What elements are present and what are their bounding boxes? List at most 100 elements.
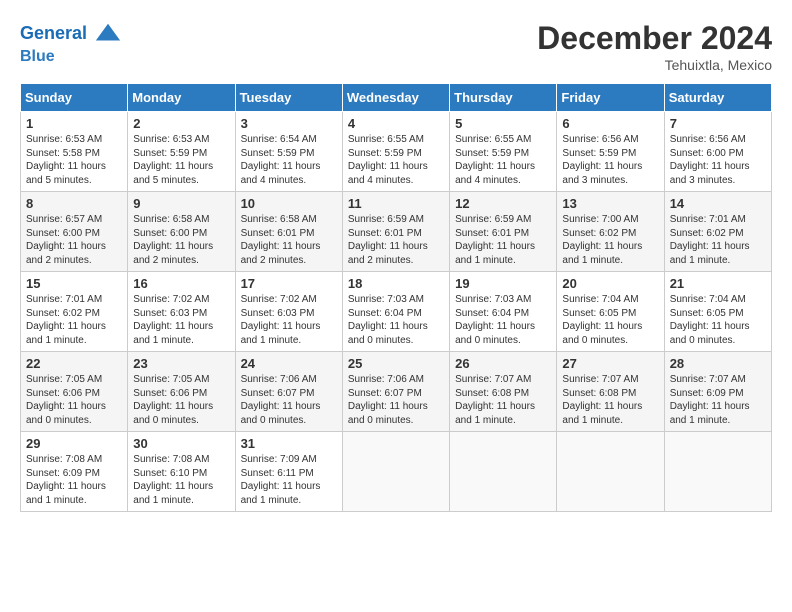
- table-row: 18 Sunrise: 7:03 AM Sunset: 6:04 PM Dayli…: [342, 272, 449, 352]
- calendar-header-row: Sunday Monday Tuesday Wednesday Thursday…: [21, 84, 772, 112]
- day-info: Sunrise: 6:57 AM Sunset: 6:00 PM Dayligh…: [26, 213, 122, 267]
- table-row: [450, 432, 557, 512]
- day-info: Sunrise: 6:59 AM Sunset: 6:01 PM Dayligh…: [455, 213, 551, 267]
- day-info: Sunrise: 7:03 AM Sunset: 6:04 PM Dayligh…: [348, 293, 444, 347]
- table-row: 20 Sunrise: 7:04 AM Sunset: 6:05 PM Dayli…: [557, 272, 664, 352]
- day-number: 31: [241, 436, 337, 451]
- calendar-week-row: 15 Sunrise: 7:01 AM Sunset: 6:02 PM Dayli…: [21, 272, 772, 352]
- day-info: Sunrise: 6:53 AM Sunset: 5:59 PM Dayligh…: [133, 133, 229, 187]
- day-info: Sunrise: 7:03 AM Sunset: 6:04 PM Dayligh…: [455, 293, 551, 347]
- calendar-week-row: 29 Sunrise: 7:08 AM Sunset: 6:09 PM Dayli…: [21, 432, 772, 512]
- table-row: 13 Sunrise: 7:00 AM Sunset: 6:02 PM Dayli…: [557, 192, 664, 272]
- day-info: Sunrise: 6:58 AM Sunset: 6:01 PM Dayligh…: [241, 213, 337, 267]
- table-row: 16 Sunrise: 7:02 AM Sunset: 6:03 PM Dayli…: [128, 272, 235, 352]
- day-info: Sunrise: 6:56 AM Sunset: 5:59 PM Dayligh…: [562, 133, 658, 187]
- day-info: Sunrise: 7:04 AM Sunset: 6:05 PM Dayligh…: [562, 293, 658, 347]
- day-number: 22: [26, 356, 122, 371]
- table-row: [664, 432, 771, 512]
- day-number: 8: [26, 196, 122, 211]
- calendar-table: Sunday Monday Tuesday Wednesday Thursday…: [20, 83, 772, 512]
- table-row: 17 Sunrise: 7:02 AM Sunset: 6:03 PM Dayli…: [235, 272, 342, 352]
- table-row: 15 Sunrise: 7:01 AM Sunset: 6:02 PM Dayli…: [21, 272, 128, 352]
- day-info: Sunrise: 6:55 AM Sunset: 5:59 PM Dayligh…: [348, 133, 444, 187]
- day-info: Sunrise: 7:01 AM Sunset: 6:02 PM Dayligh…: [670, 213, 766, 267]
- day-info: Sunrise: 6:55 AM Sunset: 5:59 PM Dayligh…: [455, 133, 551, 187]
- table-row: 6 Sunrise: 6:56 AM Sunset: 5:59 PM Daylig…: [557, 112, 664, 192]
- day-number: 17: [241, 276, 337, 291]
- day-number: 5: [455, 116, 551, 131]
- location: Tehuixtla, Mexico: [537, 57, 772, 73]
- table-row: 12 Sunrise: 6:59 AM Sunset: 6:01 PM Dayli…: [450, 192, 557, 272]
- day-number: 15: [26, 276, 122, 291]
- table-row: 30 Sunrise: 7:08 AM Sunset: 6:10 PM Dayli…: [128, 432, 235, 512]
- logo-text: General: [20, 20, 122, 48]
- day-number: 28: [670, 356, 766, 371]
- day-info: Sunrise: 7:01 AM Sunset: 6:02 PM Dayligh…: [26, 293, 122, 347]
- day-number: 14: [670, 196, 766, 211]
- day-number: 30: [133, 436, 229, 451]
- col-saturday: Saturday: [664, 84, 771, 112]
- table-row: 14 Sunrise: 7:01 AM Sunset: 6:02 PM Dayli…: [664, 192, 771, 272]
- table-row: 31 Sunrise: 7:09 AM Sunset: 6:11 PM Dayli…: [235, 432, 342, 512]
- day-number: 11: [348, 196, 444, 211]
- day-info: Sunrise: 7:07 AM Sunset: 6:08 PM Dayligh…: [562, 373, 658, 427]
- day-number: 27: [562, 356, 658, 371]
- day-number: 6: [562, 116, 658, 131]
- day-number: 23: [133, 356, 229, 371]
- day-info: Sunrise: 7:02 AM Sunset: 6:03 PM Dayligh…: [133, 293, 229, 347]
- day-info: Sunrise: 7:09 AM Sunset: 6:11 PM Dayligh…: [241, 453, 337, 507]
- day-info: Sunrise: 6:54 AM Sunset: 5:59 PM Dayligh…: [241, 133, 337, 187]
- day-info: Sunrise: 7:07 AM Sunset: 6:08 PM Dayligh…: [455, 373, 551, 427]
- day-info: Sunrise: 7:06 AM Sunset: 6:07 PM Dayligh…: [241, 373, 337, 427]
- day-info: Sunrise: 7:02 AM Sunset: 6:03 PM Dayligh…: [241, 293, 337, 347]
- day-number: 18: [348, 276, 444, 291]
- day-number: 24: [241, 356, 337, 371]
- title-area: December 2024 Tehuixtla, Mexico: [537, 20, 772, 73]
- day-info: Sunrise: 7:08 AM Sunset: 6:10 PM Dayligh…: [133, 453, 229, 507]
- table-row: 27 Sunrise: 7:07 AM Sunset: 6:08 PM Dayli…: [557, 352, 664, 432]
- day-number: 2: [133, 116, 229, 131]
- table-row: 2 Sunrise: 6:53 AM Sunset: 5:59 PM Daylig…: [128, 112, 235, 192]
- day-info: Sunrise: 6:53 AM Sunset: 5:58 PM Dayligh…: [26, 133, 122, 187]
- day-number: 3: [241, 116, 337, 131]
- table-row: 5 Sunrise: 6:55 AM Sunset: 5:59 PM Daylig…: [450, 112, 557, 192]
- day-number: 21: [670, 276, 766, 291]
- logo: General Blue: [20, 20, 122, 66]
- day-info: Sunrise: 7:07 AM Sunset: 6:09 PM Dayligh…: [670, 373, 766, 427]
- col-thursday: Thursday: [450, 84, 557, 112]
- table-row: 9Sunrise: 6:58 AM Sunset: 6:00 PM Daylig…: [128, 192, 235, 272]
- day-info: Sunrise: 7:05 AM Sunset: 6:06 PM Dayligh…: [133, 373, 229, 427]
- calendar-week-row: 22 Sunrise: 7:05 AM Sunset: 6:06 PM Dayli…: [21, 352, 772, 432]
- table-row: [342, 432, 449, 512]
- day-number: 10: [241, 196, 337, 211]
- day-number: 29: [26, 436, 122, 451]
- day-number: 12: [455, 196, 551, 211]
- day-number: 9: [133, 196, 229, 211]
- day-number: 26: [455, 356, 551, 371]
- table-row: 23 Sunrise: 7:05 AM Sunset: 6:06 PM Dayli…: [128, 352, 235, 432]
- day-number: 20: [562, 276, 658, 291]
- day-info: Sunrise: 7:05 AM Sunset: 6:06 PM Dayligh…: [26, 373, 122, 427]
- page-header: General Blue December 2024 Tehuixtla, Me…: [20, 20, 772, 73]
- day-number: 16: [133, 276, 229, 291]
- day-number: 4: [348, 116, 444, 131]
- table-row: 28 Sunrise: 7:07 AM Sunset: 6:09 PM Dayli…: [664, 352, 771, 432]
- col-sunday: Sunday: [21, 84, 128, 112]
- col-wednesday: Wednesday: [342, 84, 449, 112]
- table-row: 1Sunrise: 6:53 AM Sunset: 5:58 PM Daylig…: [21, 112, 128, 192]
- day-number: 25: [348, 356, 444, 371]
- table-row: 24 Sunrise: 7:06 AM Sunset: 6:07 PM Dayli…: [235, 352, 342, 432]
- day-info: Sunrise: 7:00 AM Sunset: 6:02 PM Dayligh…: [562, 213, 658, 267]
- table-row: 26 Sunrise: 7:07 AM Sunset: 6:08 PM Dayli…: [450, 352, 557, 432]
- table-row: 7Sunrise: 6:56 AM Sunset: 6:00 PM Daylig…: [664, 112, 771, 192]
- col-monday: Monday: [128, 84, 235, 112]
- table-row: 22 Sunrise: 7:05 AM Sunset: 6:06 PM Dayli…: [21, 352, 128, 432]
- table-row: 11Sunrise: 6:59 AM Sunset: 6:01 PM Dayli…: [342, 192, 449, 272]
- logo-text2: Blue: [20, 48, 122, 66]
- day-info: Sunrise: 7:08 AM Sunset: 6:09 PM Dayligh…: [26, 453, 122, 507]
- day-number: 13: [562, 196, 658, 211]
- day-number: 19: [455, 276, 551, 291]
- table-row: 10 Sunrise: 6:58 AM Sunset: 6:01 PM Dayli…: [235, 192, 342, 272]
- month-title: December 2024: [537, 20, 772, 57]
- calendar-week-row: 8 Sunrise: 6:57 AM Sunset: 6:00 PM Daylig…: [21, 192, 772, 272]
